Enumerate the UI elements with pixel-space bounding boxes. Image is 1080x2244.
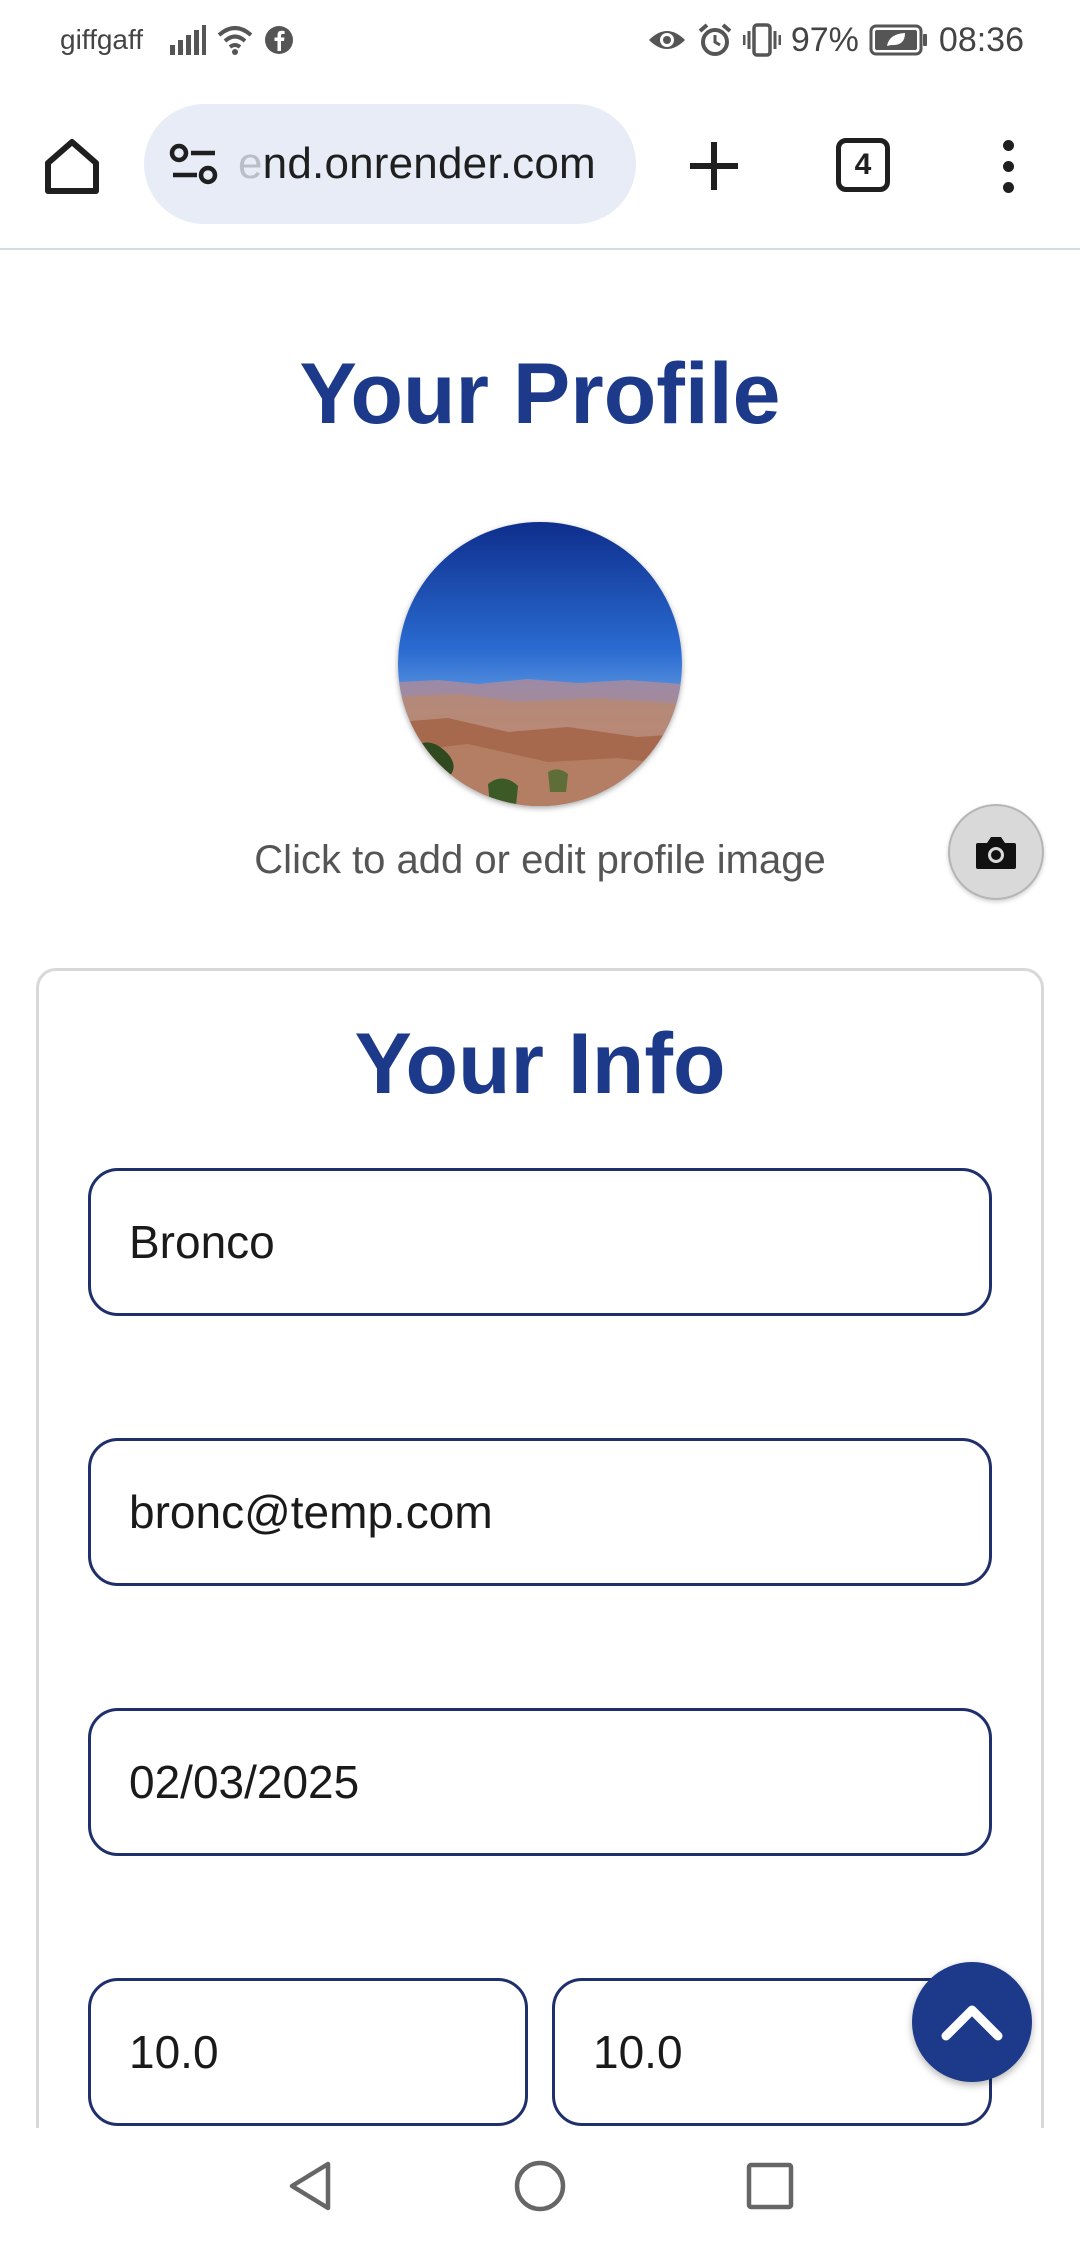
- clock: 08:36: [938, 20, 1024, 59]
- system-nav-bar: [0, 2128, 1080, 2244]
- camera-icon: [976, 837, 1016, 869]
- profile-image-hint[interactable]: Click to add or edit profile image: [0, 838, 1080, 883]
- site-settings-button[interactable]: [164, 134, 224, 194]
- url-text[interactable]: end.onrender.com: [238, 139, 596, 189]
- tab-count: 4: [854, 148, 872, 181]
- carrier-label: giffgaff: [60, 24, 144, 55]
- home-icon: [45, 139, 99, 194]
- url-faded-prefix: e: [238, 139, 263, 188]
- name-field[interactable]: Bronco: [88, 1168, 992, 1316]
- more-menu-button[interactable]: [984, 132, 1032, 200]
- home-button[interactable]: [38, 132, 106, 200]
- eye-icon: [648, 31, 685, 49]
- camera-button[interactable]: [948, 804, 1044, 900]
- status-bar: giffgaff 97% 08:36: [0, 0, 1080, 82]
- vibrate-icon: [742, 23, 781, 57]
- recents-button[interactable]: [730, 2150, 810, 2222]
- battery-percent: 97%: [790, 20, 859, 59]
- profile-image[interactable]: [398, 522, 682, 806]
- email-field[interactable]: bronc@temp.com: [88, 1438, 992, 1586]
- back-icon: [289, 2161, 331, 2211]
- facebook-icon: [265, 26, 293, 54]
- home-circle-icon: [514, 2160, 566, 2212]
- plus-icon: [690, 142, 738, 190]
- browser-toolbar: end.onrender.com 4: [0, 82, 1080, 250]
- wifi-icon: [217, 26, 253, 55]
- recents-icon: [746, 2162, 794, 2210]
- page-title: Your Profile: [299, 346, 781, 442]
- url-domain: nd.onrender.com: [262, 139, 596, 188]
- info-title: Your Info: [354, 1016, 726, 1112]
- back-button[interactable]: [270, 2150, 350, 2222]
- more-vert-icon: [1002, 139, 1014, 151]
- alarm-icon: [698, 23, 732, 56]
- home-nav-button[interactable]: [500, 2150, 580, 2222]
- site-settings-icon: [169, 143, 218, 185]
- chevron-up-icon: [941, 2005, 1003, 2041]
- scroll-to-top-button[interactable]: [912, 1962, 1032, 2082]
- status-right: 97% 08:36: [647, 20, 1024, 60]
- battery-saver-icon: [869, 24, 927, 56]
- tab-switcher-button[interactable]: 4: [836, 138, 890, 192]
- signal-icon: [170, 25, 206, 55]
- new-tab-button[interactable]: [680, 132, 748, 200]
- date-field[interactable]: 02/03/2025: [88, 1708, 992, 1856]
- status-left-icons: [170, 22, 294, 58]
- value-field-left[interactable]: 10.0: [88, 1978, 528, 2126]
- url-bar[interactable]: end.onrender.com: [144, 104, 636, 224]
